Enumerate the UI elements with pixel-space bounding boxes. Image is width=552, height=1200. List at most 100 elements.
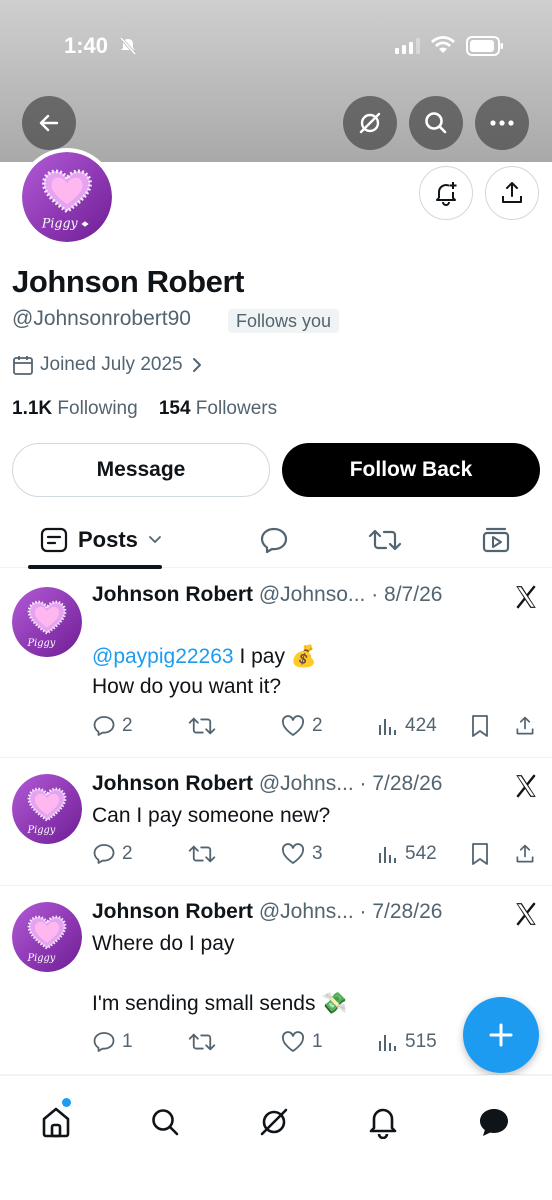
wifi-icon xyxy=(431,36,455,53)
post-text: Where do I pay xyxy=(92,932,235,955)
views-button[interactable]: 542 xyxy=(377,839,437,869)
like-button[interactable]: 2 xyxy=(280,711,323,741)
avatar-image: Piggy xyxy=(12,587,82,657)
post-author: Johnson Robert xyxy=(92,583,253,606)
post-handle-date: @Johns... · 7/28/26 xyxy=(258,900,443,923)
tab-media[interactable] xyxy=(476,512,516,568)
post-avatar[interactable]: Piggy xyxy=(12,902,82,972)
post-1[interactable]: Piggy Johnson Robert @Johnso... · 8/7/26… xyxy=(0,569,552,758)
bookmark-icon xyxy=(472,715,488,737)
home-notification-dot xyxy=(62,1098,71,1107)
heart-icon xyxy=(281,843,305,864)
tab-reposts[interactable] xyxy=(365,512,405,568)
battery-icon xyxy=(466,36,503,56)
follow-back-button[interactable]: Follow Back xyxy=(282,443,540,497)
views-icon xyxy=(379,847,396,863)
repost-icon xyxy=(188,1033,216,1051)
more-button[interactable] xyxy=(475,96,529,150)
x-logo-icon[interactable] xyxy=(513,773,539,799)
post-handle-date: @Johnso... · 8/7/26 xyxy=(258,583,443,606)
post-header: Johnson Robert @Johns... · 7/28/26 xyxy=(92,772,442,796)
tab-posts-label: Posts xyxy=(78,527,138,552)
like-button[interactable]: 1 xyxy=(280,1027,323,1057)
grok-button[interactable] xyxy=(343,96,397,150)
compose-button[interactable] xyxy=(463,997,539,1073)
repost-icon xyxy=(188,845,216,863)
repost-icon xyxy=(188,717,216,735)
post-header: Johnson Robert @Johnso... · 8/7/26 xyxy=(92,583,442,607)
repost-button[interactable] xyxy=(188,1027,216,1057)
repost-icon xyxy=(368,529,402,551)
share-icon xyxy=(516,716,534,735)
joined-date[interactable]: Joined July 2025 xyxy=(12,354,205,376)
svg-text:Piggy: Piggy xyxy=(26,953,55,964)
post-avatar[interactable]: Piggy xyxy=(12,587,82,657)
following-link[interactable]: 1.1K Following xyxy=(12,398,138,419)
reply-icon xyxy=(260,527,288,554)
bookmark-button[interactable] xyxy=(470,839,490,869)
bookmark-button[interactable] xyxy=(470,711,490,741)
post-text: Can I pay someone new? xyxy=(92,804,331,827)
nav-home[interactable] xyxy=(36,1102,76,1142)
grok-icon xyxy=(359,112,381,134)
back-button[interactable] xyxy=(22,96,76,150)
avatar-image: Piggy xyxy=(12,902,82,972)
x-logo-icon[interactable] xyxy=(513,901,539,927)
post-mention[interactable]: @paypig22263 xyxy=(92,645,234,668)
reply-button[interactable]: 2 xyxy=(92,711,133,741)
tab-replies[interactable] xyxy=(254,512,294,568)
nav-grok[interactable] xyxy=(254,1102,294,1142)
home-icon xyxy=(42,1107,70,1138)
profile-tabs: Posts xyxy=(0,512,552,569)
tab-posts[interactable]: Posts xyxy=(40,512,164,568)
notify-button[interactable] xyxy=(419,166,473,220)
post-actions: 2 2 424 xyxy=(92,711,542,741)
profile-avatar[interactable]: Piggy xyxy=(18,148,116,246)
reply-button[interactable]: 1 xyxy=(92,1027,133,1057)
avatar-image: Piggy xyxy=(12,774,82,844)
joined-label: Joined July 2025 xyxy=(40,354,183,375)
post-author: Johnson Robert xyxy=(92,772,253,795)
share-button[interactable] xyxy=(514,711,536,741)
status-bar: 1:40 xyxy=(0,0,552,90)
search-icon xyxy=(152,1109,179,1136)
views-button[interactable]: 515 xyxy=(377,1027,437,1057)
share-icon xyxy=(516,844,534,863)
x-logo-icon[interactable] xyxy=(513,584,539,610)
views-icon xyxy=(379,1035,396,1051)
bookmark-icon xyxy=(472,843,488,865)
share-profile-button[interactable] xyxy=(485,166,539,220)
post-avatar[interactable]: Piggy xyxy=(12,774,82,844)
followers-link[interactable]: 154 Followers xyxy=(159,398,277,419)
cell-signal-icon xyxy=(395,38,420,54)
like-button[interactable]: 3 xyxy=(280,839,323,869)
heart-icon xyxy=(281,715,305,736)
views-button[interactable]: 424 xyxy=(377,711,437,741)
svg-text:Piggy: Piggy xyxy=(26,825,55,836)
posts-icon xyxy=(40,527,68,553)
nav-search[interactable] xyxy=(145,1102,185,1142)
status-time: 1:40 xyxy=(64,33,109,58)
post-author: Johnson Robert xyxy=(92,900,253,923)
reply-icon xyxy=(93,844,115,864)
bottom-nav xyxy=(0,1075,552,1200)
chevron-down-icon xyxy=(149,536,161,544)
share-button[interactable] xyxy=(514,839,536,869)
post-text-line2: How do you want it? xyxy=(92,675,282,698)
reply-icon xyxy=(93,1032,115,1052)
profile-handle: @Johnsonrobert90 xyxy=(12,307,191,330)
nav-notifications[interactable] xyxy=(363,1102,403,1142)
share-icon xyxy=(502,182,522,203)
post-2[interactable]: Piggy Johnson Robert @Johns... · 7/28/26… xyxy=(0,758,552,886)
bell-plus-icon xyxy=(436,182,457,206)
search-button[interactable] xyxy=(409,96,463,150)
repost-button[interactable] xyxy=(188,839,216,869)
follows-you-badge: Follows you xyxy=(228,309,340,333)
reply-button[interactable]: 2 xyxy=(92,839,133,869)
message-button[interactable]: Message xyxy=(12,443,270,497)
compose-plus-icon xyxy=(489,1023,513,1047)
repost-button[interactable] xyxy=(188,711,216,741)
post-actions: 2 3 542 xyxy=(92,839,542,869)
nav-messages[interactable] xyxy=(474,1102,514,1142)
svg-text:Piggy: Piggy xyxy=(26,638,55,649)
